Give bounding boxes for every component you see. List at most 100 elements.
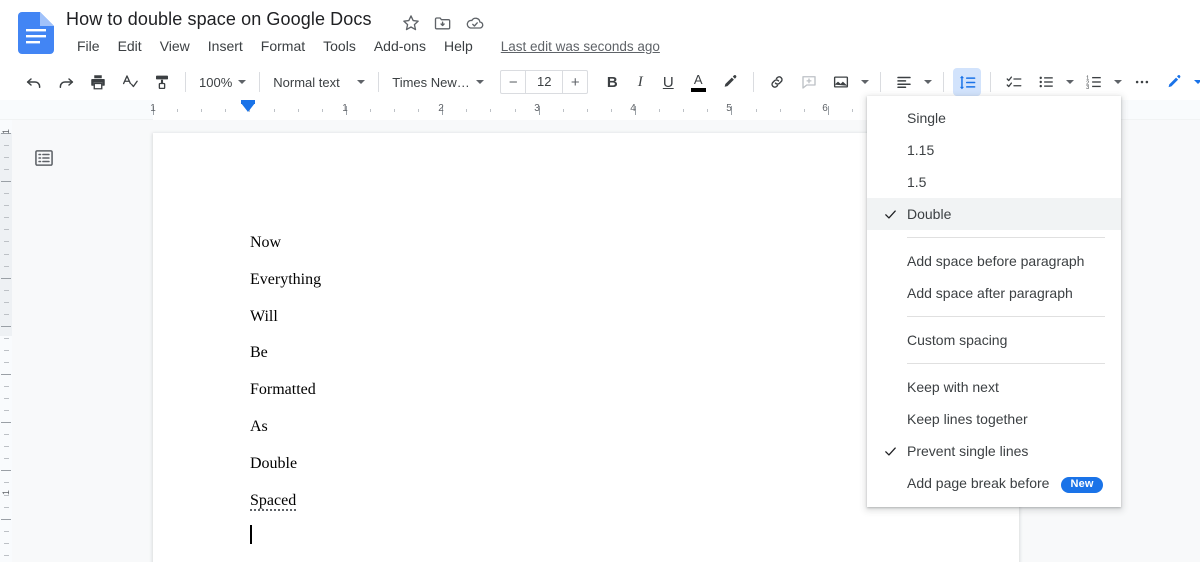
font-size-increase-button[interactable]: + [563, 71, 587, 93]
font-family-dropdown[interactable]: Times New… [386, 68, 490, 96]
font-size-input[interactable]: 12 [525, 71, 564, 93]
numbered-list-icon[interactable]: 1 2 3 [1080, 68, 1108, 96]
ruler-number: 3 [534, 103, 540, 114]
text-color-swatch [690, 87, 706, 92]
redo-icon[interactable] [52, 68, 80, 96]
document-line[interactable]: Be [250, 335, 923, 372]
line-spacing-menu[interactable]: Single 1.15 1.5 Double Add space before para… [867, 96, 1121, 507]
cloud-saved-icon[interactable] [465, 13, 485, 33]
menu-item-1-15[interactable]: 1.15 [867, 134, 1121, 166]
line-spacing-icon[interactable] [953, 68, 982, 96]
ruler-tick [490, 109, 492, 112]
more-options-icon[interactable] [1128, 68, 1156, 96]
font-size-decrease-button[interactable]: − [501, 71, 525, 93]
check-icon [883, 435, 898, 467]
menu-item-label: Double [907, 206, 952, 222]
document-line[interactable]: Double [250, 446, 923, 483]
google-docs-logo[interactable] [18, 12, 54, 54]
menu-item-prevent-single-lines[interactable]: Prevent single lines [867, 435, 1121, 467]
vertical-ruler[interactable]: 11 [0, 120, 12, 562]
vertical-ruler-number: 1 [1, 489, 11, 495]
add-comment-icon[interactable] [795, 68, 823, 96]
menu-item-format[interactable]: Format [252, 37, 314, 56]
document-line[interactable]: Formatted [250, 372, 923, 409]
menu-item-view[interactable]: View [151, 37, 199, 56]
text-align-icon[interactable] [890, 68, 918, 96]
menu-item-edit[interactable]: Edit [109, 37, 151, 56]
menu-item-1-5[interactable]: 1.5 [867, 166, 1121, 198]
document-line[interactable]: Now [250, 225, 923, 262]
zoom-level-dropdown[interactable]: 100% [193, 68, 252, 96]
vertical-ruler-tick [4, 241, 9, 243]
insert-image-icon[interactable] [827, 68, 855, 96]
paragraph-style-dropdown[interactable]: Normal text [267, 68, 371, 96]
star-icon[interactable] [401, 13, 421, 33]
menu-item-add-space-after-paragraph[interactable]: Add space after paragraph [867, 277, 1121, 309]
document-text-body[interactable]: Now Everything Will Be Formatted As Double Spac… [250, 225, 923, 556]
underline-button[interactable]: U [654, 68, 682, 96]
italic-button[interactable]: I [626, 68, 654, 96]
text-align-dropdown[interactable] [920, 68, 936, 96]
chevron-down-icon [861, 80, 870, 84]
vertical-ruler-tick [1, 470, 11, 472]
vertical-ruler-number: 1 [1, 128, 11, 134]
ruler-tick [321, 109, 323, 112]
document-line[interactable]: Spaced [250, 483, 923, 520]
checklist-icon[interactable] [1000, 68, 1028, 96]
google-docs-window: How to double space on Google Docs File … [0, 0, 1200, 562]
vertical-ruler-tick [4, 349, 9, 351]
menu-item-custom-spacing[interactable]: Custom spacing [867, 324, 1121, 356]
ruler-number: 5 [726, 103, 732, 114]
document-line[interactable]: Will [250, 299, 923, 336]
document-line[interactable] [250, 519, 923, 556]
document-outline-icon[interactable] [30, 144, 58, 172]
vertical-ruler-tick [4, 506, 9, 508]
paint-format-icon[interactable] [148, 68, 176, 96]
menu-item-single[interactable]: Single [867, 102, 1121, 134]
menu-item-insert[interactable]: Insert [199, 37, 252, 56]
vertical-ruler-tick [4, 337, 9, 339]
menu-item-file[interactable]: File [68, 37, 109, 56]
bulleted-list-dropdown[interactable] [1062, 68, 1078, 96]
insert-image-dropdown[interactable] [857, 68, 873, 96]
menu-item-label: Add page break before [907, 475, 1050, 491]
vertical-ruler-tick [4, 482, 9, 484]
left-indent-marker[interactable] [241, 100, 255, 112]
insert-link-icon[interactable] [763, 68, 791, 96]
menu-item-keep-lines-together[interactable]: Keep lines together [867, 403, 1121, 435]
document-title[interactable]: How to double space on Google Docs [66, 9, 372, 30]
last-edit-status[interactable]: Last edit was seconds ago [501, 39, 660, 54]
toolbar-divider [880, 72, 882, 92]
menu-item-add-ons[interactable]: Add-ons [365, 37, 435, 56]
print-icon[interactable] [84, 68, 112, 96]
bold-button[interactable]: B [598, 68, 626, 96]
editing-mode-dropdown[interactable] [1190, 68, 1200, 96]
move-to-folder-icon[interactable] [433, 13, 453, 33]
ruler-tick [586, 109, 588, 112]
menu-item-help[interactable]: Help [435, 37, 482, 56]
ruler-number: 2 [438, 103, 444, 114]
document-line[interactable]: Everything [250, 262, 923, 299]
ruler-tick [659, 109, 661, 112]
text-color-button[interactable]: A [684, 68, 712, 96]
document-line-text: Will [250, 307, 278, 325]
document-line[interactable]: As [250, 409, 923, 446]
check-icon [883, 198, 898, 230]
vertical-ruler-tick [1, 374, 11, 375]
menu-item-add-page-break-before[interactable]: Add page break before New [867, 467, 1121, 499]
spellcheck-icon[interactable] [116, 68, 144, 96]
vertical-ruler-tick [4, 169, 9, 171]
chevron-down-icon [1114, 80, 1123, 84]
numbered-list-dropdown[interactable] [1110, 68, 1126, 96]
bulleted-list-icon[interactable] [1032, 68, 1060, 96]
menu-item-double[interactable]: Double [867, 198, 1121, 230]
svg-text:3: 3 [1086, 85, 1089, 91]
undo-icon[interactable] [20, 68, 48, 96]
menu-item-add-space-before-paragraph[interactable]: Add space before paragraph [867, 245, 1121, 277]
menu-item-keep-with-next[interactable]: Keep with next [867, 371, 1121, 403]
edit-pencil-icon[interactable] [1160, 68, 1188, 96]
document-line-text: Double [250, 454, 298, 472]
highlight-pen-icon[interactable] [716, 68, 744, 96]
menu-item-tools[interactable]: Tools [314, 37, 365, 56]
menu-item-label: Keep with next [907, 379, 999, 395]
